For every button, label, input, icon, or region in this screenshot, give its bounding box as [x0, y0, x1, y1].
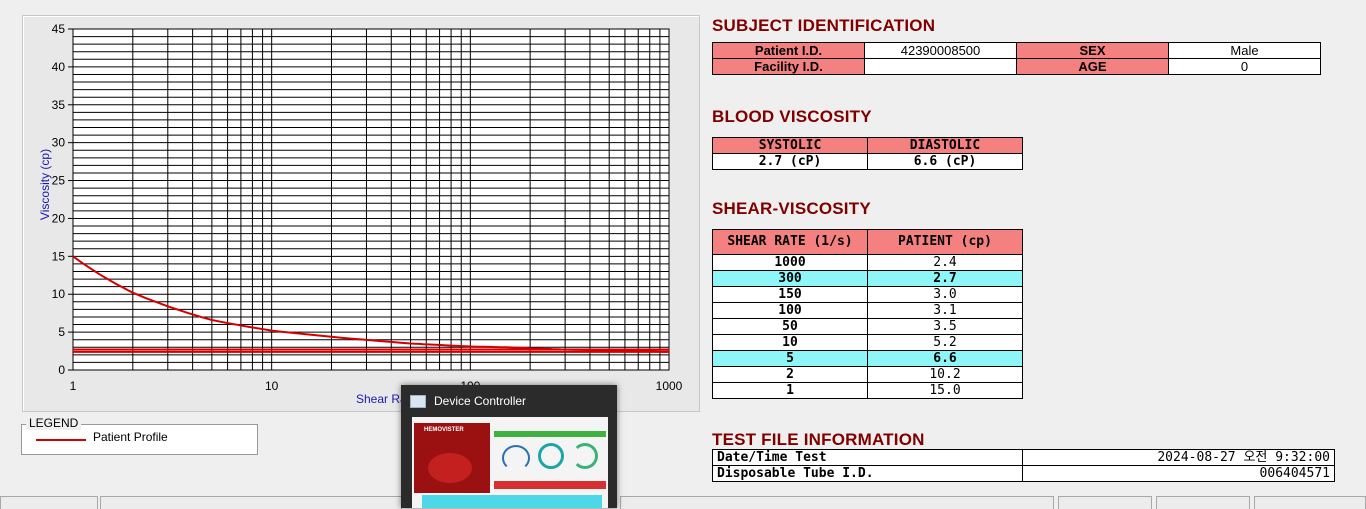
x-tick-label: 10 — [265, 379, 279, 393]
shear-row: 10002.4 — [713, 255, 1023, 271]
viscosity-chart-panel: 0510152025303540451101001000Shear Rate (… — [22, 15, 700, 412]
shear-rate-cell: 300 — [713, 271, 868, 287]
subject-table: Patient I.D. 42390008500 SEX Male Facili… — [712, 42, 1321, 75]
legend-line-swatch — [36, 438, 88, 442]
shear-viscosity-title: SHEAR-VISCOSITY — [712, 199, 871, 219]
subject-identification-title: SUBJECT IDENTIFICATION — [712, 16, 935, 36]
patient-value-cell: 3.5 — [868, 319, 1023, 335]
y-tick-label: 15 — [52, 249, 66, 263]
x-tick-label: 1000 — [656, 379, 683, 393]
sex-label: SEX — [1017, 43, 1169, 59]
x-tick-label: 1 — [70, 379, 77, 393]
y-tick-label: 25 — [52, 174, 66, 188]
window-icon — [410, 395, 426, 408]
patient-id-value: 42390008500 — [865, 43, 1017, 59]
shear-row: 1503.0 — [713, 287, 1023, 303]
y-tick-label: 30 — [52, 136, 66, 150]
y-tick-label: 35 — [52, 98, 66, 112]
thumbnail-brand-text: HEMOVISTER — [424, 427, 464, 433]
shear-row: 3002.7 — [713, 271, 1023, 287]
status-segment-4 — [1058, 496, 1152, 509]
patient-value-cell: 3.1 — [868, 303, 1023, 319]
shear-viscosity-table: SHEAR RATE (1/s) PATIENT (cp) 10002.4300… — [712, 229, 1023, 399]
blood-viscosity-title: BLOOD VISCOSITY — [712, 107, 872, 127]
status-segment-1 — [0, 496, 98, 509]
patient-id-label: Patient I.D. — [713, 43, 865, 59]
status-segment-5 — [1156, 496, 1250, 509]
systolic-value: 2.7 (cP) — [713, 154, 868, 170]
tube-id-value: 006404571 — [1023, 466, 1335, 482]
shear-rate-cell: 50 — [713, 319, 868, 335]
shear-row: 503.5 — [713, 319, 1023, 335]
diastolic-label: DIASTOLIC — [868, 138, 1023, 154]
shear-rate-cell: 1000 — [713, 255, 868, 271]
shear-row: 56.6 — [713, 351, 1023, 367]
device-controller-thumbnail-popup[interactable]: Device Controller HEMOVISTER — [401, 385, 617, 508]
patient-value-cell: 2.4 — [868, 255, 1023, 271]
legend-item-label: Patient Profile — [93, 430, 168, 444]
patient-value-cell: 6.6 — [868, 351, 1023, 367]
facility-id-label: Facility I.D. — [713, 59, 865, 75]
y-tick-label: 45 — [52, 22, 66, 36]
test-file-info-title: TEST FILE INFORMATION — [712, 430, 925, 450]
patient-value-cell: 10.2 — [868, 367, 1023, 383]
status-segment-2 — [100, 496, 402, 509]
patient-cp-header: PATIENT (cp) — [868, 230, 1023, 255]
shear-rate-cell: 10 — [713, 335, 868, 351]
shear-rate-cell: 100 — [713, 303, 868, 319]
systolic-label: SYSTOLIC — [713, 138, 868, 154]
patient-value-cell: 2.7 — [868, 271, 1023, 287]
y-tick-label: 10 — [52, 287, 66, 301]
shear-row: 105.2 — [713, 335, 1023, 351]
patient-value-cell: 3.0 — [868, 287, 1023, 303]
shear-row: 115.0 — [713, 383, 1023, 399]
y-tick-label: 20 — [52, 211, 66, 225]
test-file-table: Date/Time Test 2024-08-27 오전 9:32:00 Dis… — [712, 449, 1335, 482]
legend-title: LEGEND — [26, 416, 81, 430]
window-thumbnail[interactable]: HEMOVISTER — [412, 417, 608, 508]
datetime-value: 2024-08-27 오전 9:32:00 — [1023, 450, 1335, 466]
shear-rate-cell: 150 — [713, 287, 868, 303]
status-segment-3 — [620, 496, 1054, 509]
sex-value: Male — [1169, 43, 1321, 59]
viscosity-chart: 0510152025303540451101001000Shear Rate (… — [23, 16, 699, 411]
facility-id-value — [865, 59, 1017, 75]
blood-viscosity-table: SYSTOLIC DIASTOLIC 2.7 (cP) 6.6 (cP) — [712, 137, 1023, 170]
tube-id-label: Disposable Tube I.D. — [713, 466, 1023, 482]
shear-row: 1003.1 — [713, 303, 1023, 319]
diastolic-value: 6.6 (cP) — [868, 154, 1023, 170]
y-tick-label: 40 — [52, 60, 66, 74]
age-value: 0 — [1169, 59, 1321, 75]
popup-title: Device Controller — [434, 394, 526, 408]
shear-rate-cell: 1 — [713, 383, 868, 399]
y-axis-label: Viscosity (cp) — [38, 149, 52, 220]
y-tick-label: 0 — [58, 363, 65, 377]
shear-row: 210.2 — [713, 367, 1023, 383]
age-label: AGE — [1017, 59, 1169, 75]
shear-rate-cell: 5 — [713, 351, 868, 367]
patient-value-cell: 5.2 — [868, 335, 1023, 351]
status-segment-6 — [1254, 496, 1366, 509]
datetime-label: Date/Time Test — [713, 450, 1023, 466]
plot-area — [73, 29, 669, 370]
shear-rate-header: SHEAR RATE (1/s) — [713, 230, 868, 255]
y-tick-label: 5 — [58, 325, 65, 339]
thumbnail-brand-panel: HEMOVISTER — [414, 423, 490, 493]
patient-value-cell: 15.0 — [868, 383, 1023, 399]
shear-rate-cell: 2 — [713, 367, 868, 383]
